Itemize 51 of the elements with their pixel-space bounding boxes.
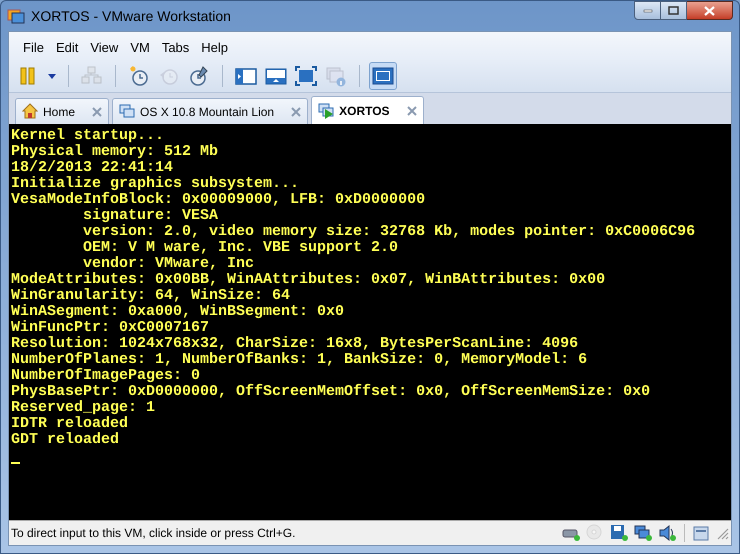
app-icon bbox=[7, 7, 25, 25]
floppy-icon[interactable] bbox=[610, 524, 628, 542]
close-button[interactable] bbox=[687, 1, 733, 20]
console-line: ModeAttributes: 0x00BB, WinAAttributes: 0x07, WinBAttributes: 0x00 bbox=[11, 272, 606, 288]
menu-item[interactable]: File bbox=[17, 36, 50, 58]
message-log-icon[interactable] bbox=[693, 526, 709, 540]
tab-label: XORTOS bbox=[339, 102, 390, 120]
menu-item[interactable]: VM bbox=[124, 36, 156, 58]
menu-item[interactable]: Help bbox=[195, 36, 234, 58]
console-line: 18/2/2013 22:41:14 bbox=[11, 160, 174, 176]
console-line: OEM: V M ware, Inc. VBE support 2.0 bbox=[82, 240, 398, 256]
speaker-icon[interactable] bbox=[658, 524, 676, 542]
menu-item[interactable]: View bbox=[84, 36, 124, 58]
console-line: PhysBasePtr: 0xD0000000, OffScreenMemOffset: 0x0, OffScreenMemSize: 0x0 bbox=[11, 384, 650, 400]
console-line: NumberOfImagePages: 0 bbox=[11, 368, 200, 384]
console-line: WinFuncPtr: 0xC0007167 bbox=[11, 320, 210, 336]
console-line: IDTR reloaded bbox=[11, 416, 128, 432]
minimize-icon bbox=[642, 8, 652, 12]
tab-label: OS X 10.8 Mountain Lion bbox=[140, 104, 274, 120]
console-line: version: 2.0, video memory size: 32768 Kb, modes pointer: 0xC0006C96 bbox=[82, 224, 696, 240]
console-line: VesaModeInfoBlock: 0x00009000, LFB: 0xD0000000 bbox=[11, 192, 426, 208]
console-line: Kernel startup... bbox=[11, 128, 164, 144]
windows-play-icon bbox=[318, 102, 334, 119]
tab[interactable]: OS X 10.8 Mountain Lion bbox=[112, 98, 308, 124]
minimize-button[interactable] bbox=[634, 1, 661, 20]
console-line: Reserved_page: 1 bbox=[11, 400, 156, 416]
tab-label: Home bbox=[43, 104, 76, 120]
console-screen[interactable] bbox=[9, 124, 731, 520]
console-line: Initialize graphics subsystem... bbox=[11, 176, 300, 192]
tab[interactable]: Home bbox=[15, 98, 110, 124]
close-icon[interactable] bbox=[406, 106, 417, 116]
windows-icon bbox=[119, 103, 136, 120]
console-line: Physical memory: 512 Mb bbox=[11, 144, 218, 160]
console-line: signature: VESA bbox=[82, 208, 218, 224]
house-icon bbox=[22, 103, 38, 120]
console-line: Resolution: 1024x768x32, CharSize: 16x8, BytesPerScanLine: 4096 bbox=[11, 336, 578, 352]
console-line: GDT reloaded bbox=[11, 432, 120, 448]
menu-item[interactable]: Edit bbox=[50, 36, 84, 58]
console-line: NumberOfPlanes: 1, NumberOfBanks: 1, BankSize: 0, MemoryModel: 6 bbox=[11, 352, 588, 368]
status-text: To direct input to this VM, click inside or press Ctrl+G. bbox=[11, 525, 296, 542]
tab[interactable]: XORTOS bbox=[311, 96, 424, 124]
close-icon bbox=[704, 6, 715, 16]
network-icon[interactable] bbox=[634, 524, 652, 542]
console-line: vendor: VMware, Inc bbox=[82, 256, 254, 272]
console-line: WinASegment: 0xa000, WinBSegment: 0x0 bbox=[11, 304, 344, 320]
resize-grip-icon[interactable] bbox=[715, 526, 729, 540]
window-title: XORTOS - VMware Workstation bbox=[31, 6, 231, 26]
maximize-button[interactable] bbox=[661, 1, 687, 20]
maximize-icon bbox=[668, 6, 679, 15]
menu-item[interactable]: Tabs bbox=[156, 36, 196, 58]
console-line: WinGranularity: 64, WinSize: 64 bbox=[11, 288, 290, 304]
